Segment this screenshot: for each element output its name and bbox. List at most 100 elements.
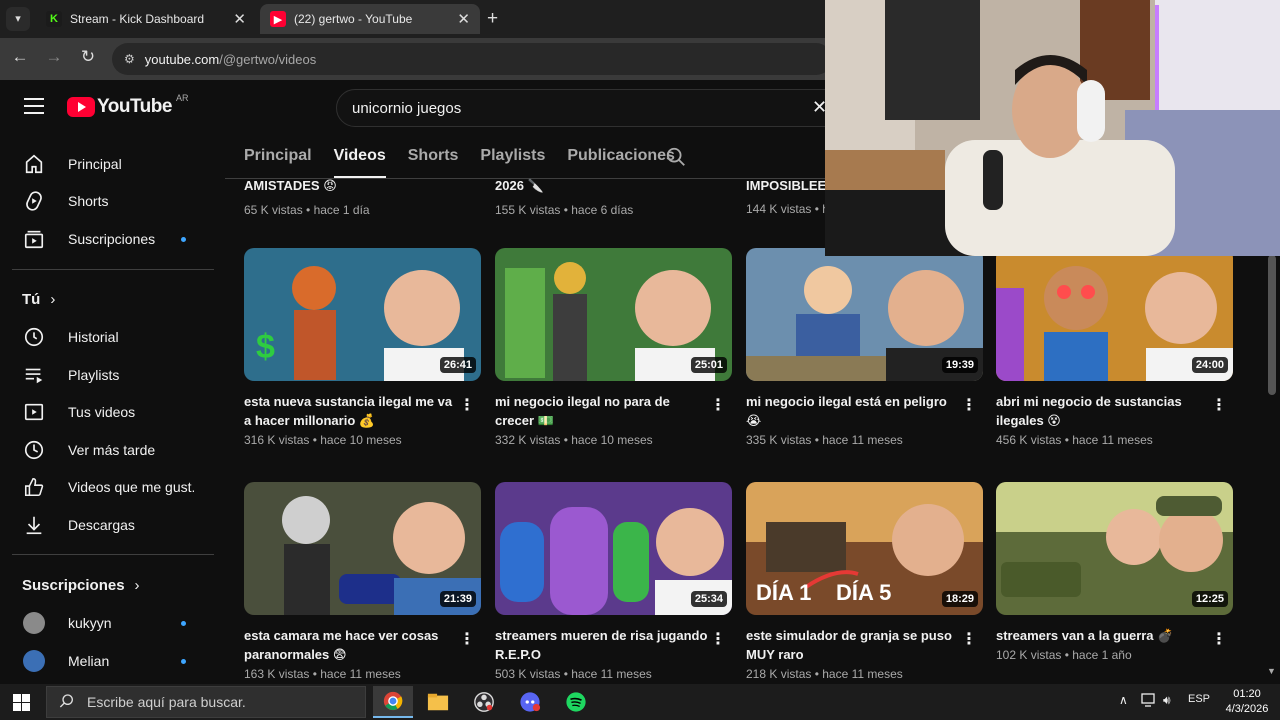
close-icon[interactable]: ✕: [233, 10, 246, 28]
sidebar-you-heading[interactable]: Tú ›: [22, 291, 55, 308]
video-card-partial[interactable]: 2026 🔪 155 K vistas • hace 6 días: [495, 178, 633, 217]
tab-youtube[interactable]: ▶ (22) gertwo - YouTube ✕: [260, 4, 480, 34]
chrome-taskbar-icon[interactable]: [373, 686, 413, 718]
video-card[interactable]: 12:25 streamers van a la guerra 💣 102 K …: [996, 482, 1233, 662]
file-explorer-icon[interactable]: [418, 686, 458, 718]
video-thumbnail[interactable]: 19:39: [746, 248, 983, 381]
tab-principal[interactable]: Principal: [244, 140, 312, 178]
sidebar-item-playlists[interactable]: Playlists: [12, 357, 212, 393]
video-meta: 144 K vistas • h: [746, 202, 829, 216]
video-card[interactable]: 25:01 mi negocio ilegal no para de crece…: [495, 248, 732, 447]
video-thumbnail[interactable]: 25:01: [495, 248, 732, 381]
network-icon[interactable]: [1141, 693, 1157, 710]
video-card-partial[interactable]: AMISTADES 😡 65 K vistas • hace 1 día: [244, 178, 370, 217]
video-thumbnail[interactable]: 25:34: [495, 482, 732, 615]
view-count: 456 K vistas: [996, 433, 1062, 447]
tab-videos[interactable]: Videos: [333, 140, 386, 178]
more-options-icon[interactable]: ⋮: [1211, 395, 1227, 415]
scroll-down-arrow-icon[interactable]: ▼: [1267, 666, 1276, 676]
video-card[interactable]: $ 26:41 esta nueva sustancia ilegal me v…: [244, 248, 481, 447]
sidebar-item-shorts[interactable]: Shorts: [12, 183, 212, 219]
discord-icon[interactable]: [510, 686, 550, 718]
character-body: [294, 310, 336, 380]
more-options-icon[interactable]: ⋮: [710, 629, 726, 649]
address-bar[interactable]: ⚙ youtube.com/@gertwo/videos: [112, 43, 832, 75]
sidebar-item-historial[interactable]: Historial: [12, 319, 212, 355]
tab-publicaciones[interactable]: Publicaciones: [567, 140, 675, 178]
more-options-icon[interactable]: ⋮: [1211, 629, 1227, 649]
sidebar-item-principal[interactable]: Principal: [12, 146, 212, 182]
video-title[interactable]: streamers mueren de risa jugando R.E.P.O: [495, 626, 710, 664]
person-face: [656, 508, 724, 576]
sidebar-item-descargas[interactable]: Descargas: [12, 507, 212, 543]
more-options-icon[interactable]: ⋮: [961, 395, 977, 415]
forward-arrow-icon[interactable]: →: [42, 47, 66, 67]
obs-icon[interactable]: [464, 686, 504, 718]
video-title[interactable]: mi negocio ilegal no para de crecer 💵: [495, 392, 710, 430]
video-thumbnail[interactable]: 21:39: [244, 482, 481, 615]
person-face: [1106, 509, 1162, 565]
video-title[interactable]: esta nueva sustancia ilegal me va a hace…: [244, 392, 459, 430]
tab-search-button[interactable]: ▾: [6, 7, 30, 31]
chevron-up-icon[interactable]: ∧: [1119, 693, 1128, 707]
video-card[interactable]: 19:39 mi negocio ilegal está en peligro …: [746, 248, 983, 447]
police-head: [804, 266, 852, 314]
language-indicator[interactable]: ESP: [1188, 693, 1210, 705]
creature-body: [284, 544, 330, 615]
video-card[interactable]: 21:39 esta camara me hace ver cosas para…: [244, 482, 481, 681]
volume-icon[interactable]: 🔊︎: [1163, 693, 1171, 708]
more-options-icon[interactable]: ⋮: [459, 395, 475, 415]
video-card-partial[interactable]: IMPOSIBLEEE 144 K vistas • h: [746, 178, 835, 216]
kick-favicon-icon: K: [46, 11, 62, 27]
sidebar-subscriptions-heading[interactable]: Suscripciones ›: [22, 577, 140, 594]
your-videos-icon: [22, 400, 46, 424]
new-tab-button[interactable]: +: [487, 8, 498, 30]
sidebar-item-ver-mas-tarde[interactable]: Ver más tarde: [12, 432, 212, 468]
video-card[interactable]: 24:00 abri mi negocio de sustancias ileg…: [996, 248, 1233, 447]
reload-icon[interactable]: ↻: [76, 47, 100, 67]
subscriptions-icon: [22, 227, 46, 251]
channel-name: Melian: [68, 653, 110, 669]
windows-start-icon[interactable]: [13, 694, 30, 711]
spotify-icon[interactable]: [556, 686, 596, 718]
video-thumbnail[interactable]: DÍA 1 DÍA 5 18:29: [746, 482, 983, 615]
more-options-icon[interactable]: ⋮: [961, 629, 977, 649]
video-title[interactable]: abri mi negocio de sustancias ilegales 😵: [996, 392, 1211, 430]
tab-playlists[interactable]: Playlists: [480, 140, 545, 178]
close-icon[interactable]: ✕: [457, 10, 470, 28]
sidebar-item-tus-videos[interactable]: Tus videos: [12, 394, 212, 430]
barn: [766, 522, 846, 572]
taskbar-search[interactable]: Escribe aquí para buscar.: [46, 686, 366, 718]
tab-shorts[interactable]: Shorts: [408, 140, 459, 178]
sidebar-item-liked-videos[interactable]: Videos que me gust...: [12, 469, 212, 505]
video-card[interactable]: 25:34 streamers mueren de risa jugando R…: [495, 482, 732, 681]
person-face: [393, 502, 465, 574]
channel-search-icon[interactable]: [665, 146, 687, 173]
video-meta: 503 K vistas • hace 11 meses: [495, 667, 652, 681]
page-scrollbar[interactable]: [1268, 255, 1276, 395]
youtube-favicon-icon: ▶: [270, 11, 286, 27]
back-arrow-icon[interactable]: ←: [8, 47, 32, 67]
view-count: 163 K vistas: [244, 667, 310, 681]
video-title[interactable]: este simulador de granja se puso MUY rar…: [746, 626, 961, 664]
youtube-logo[interactable]: YouTube AR: [67, 93, 188, 118]
hamburger-menu-icon[interactable]: [24, 98, 44, 116]
more-options-icon[interactable]: ⋮: [710, 395, 726, 415]
video-title[interactable]: mi negocio ilegal está en peligro 😭: [746, 392, 961, 430]
chevron-right-icon: ›: [50, 291, 56, 308]
tab-kick-dashboard[interactable]: K Stream - Kick Dashboard ✕: [36, 4, 256, 34]
site-info-icon[interactable]: ⚙: [124, 52, 135, 66]
taskbar-search-placeholder: Escribe aquí para buscar.: [87, 694, 246, 710]
more-options-icon[interactable]: ⋮: [459, 629, 475, 649]
video-title[interactable]: esta camara me hace ver cosas paranormal…: [244, 626, 459, 664]
person-face: [1159, 508, 1223, 572]
system-clock[interactable]: 01:20 4/3/2026: [1218, 687, 1276, 717]
view-count: 102 K vistas: [996, 648, 1062, 662]
search-input[interactable]: unicornio juegos: [336, 89, 836, 127]
video-card[interactable]: DÍA 1 DÍA 5 18:29 este simulador de gran…: [746, 482, 983, 681]
video-thumbnail[interactable]: 24:00: [996, 248, 1233, 381]
video-thumbnail[interactable]: $ 26:41: [244, 248, 481, 381]
video-thumbnail[interactable]: 12:25: [996, 482, 1233, 615]
new-content-dot: [181, 621, 186, 626]
upload-age: hace 11 meses: [320, 667, 401, 681]
